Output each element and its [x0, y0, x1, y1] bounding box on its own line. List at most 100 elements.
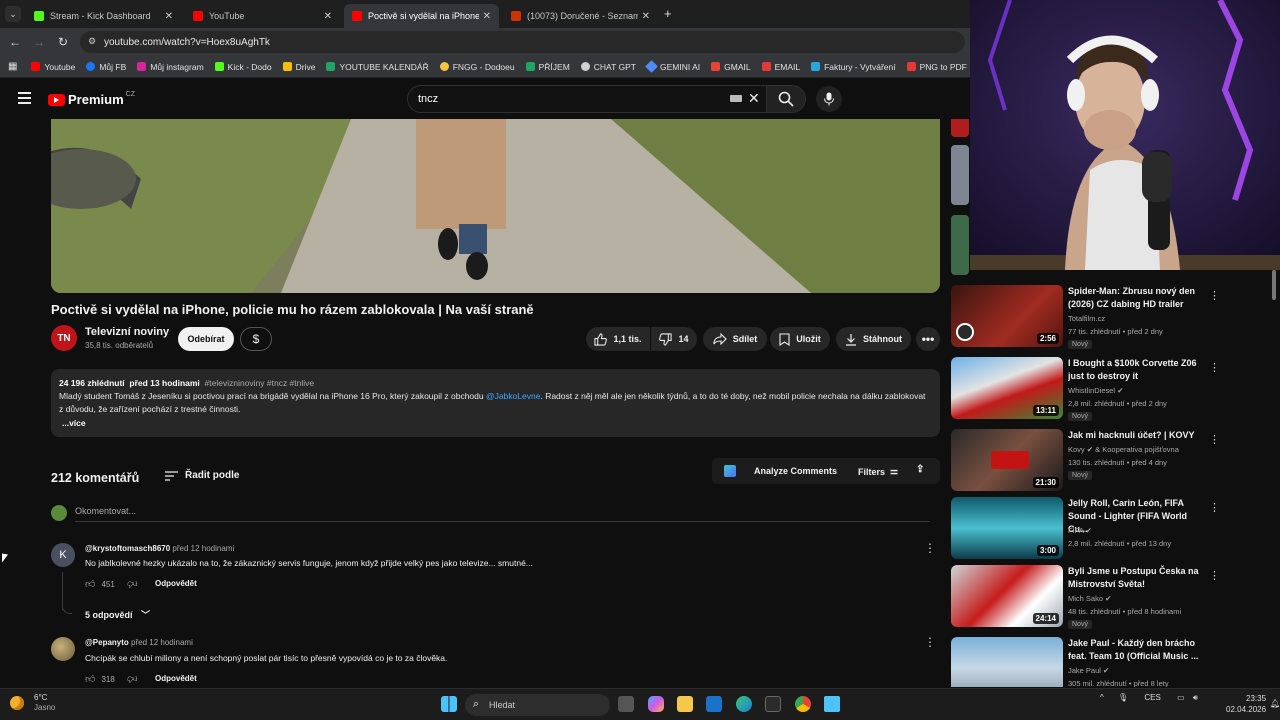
network-icon[interactable]: ▭: [1177, 693, 1185, 702]
subscribe-button[interactable]: Odebírat: [178, 327, 234, 351]
comment-author[interactable]: @Pepanyto před 12 hodinami: [85, 638, 193, 647]
comment-menu-icon[interactable]: ⋮: [924, 635, 936, 649]
bookmark-item[interactable]: Můj instagram: [137, 62, 204, 72]
forward-icon[interactable]: →: [27, 35, 51, 49]
video-channel[interactable]: Kovy ✔ & Kooperativa pojišťovna: [1068, 445, 1179, 454]
sort-comments-button[interactable]: Řadit podle: [165, 470, 239, 481]
add-comment-input[interactable]: Okomentovat...: [75, 506, 136, 516]
bookmark-item[interactable]: EMAIL: [761, 62, 800, 72]
notification-icon[interactable]: 🔔︎: [1270, 699, 1280, 708]
tab-search-button[interactable]: ⌄: [5, 6, 21, 22]
show-more-link[interactable]: ...více: [62, 418, 86, 428]
thumbs-down-icon[interactable]: 👍︎: [127, 578, 137, 590]
input-language[interactable]: CES: [1144, 693, 1160, 702]
bookmark-item[interactable]: Můj FB: [86, 62, 126, 72]
hashtags[interactable]: #televizninoviny #tncz #tnlive: [205, 378, 315, 388]
comment-avatar[interactable]: K: [51, 543, 75, 567]
download-button[interactable]: Stáhnout: [836, 327, 911, 351]
clear-search-icon[interactable]: ✕: [748, 90, 760, 107]
new-tab-button[interactable]: +: [664, 6, 672, 21]
thumbs-up-icon[interactable]: 👍︎: [85, 578, 95, 590]
file-explorer-icon[interactable]: [677, 696, 693, 712]
apps-icon[interactable]: ▦: [8, 61, 17, 72]
voice-search-button[interactable]: [816, 86, 842, 112]
bookmark-item[interactable]: Faktury - Vytváření: [811, 62, 896, 72]
related-partial-thumb[interactable]: [951, 215, 969, 275]
windows-start-icon[interactable]: [441, 696, 457, 712]
video-channel[interactable]: Jake Paul ✔: [1068, 666, 1109, 675]
more-actions-button[interactable]: •••: [916, 327, 940, 351]
video-menu-icon[interactable]: ⋮: [1209, 433, 1220, 446]
video-menu-icon[interactable]: ⋮: [1209, 361, 1220, 374]
bookmark-item[interactable]: Kick - Dodo: [214, 62, 272, 72]
thanks-button[interactable]: $: [240, 327, 272, 351]
microphone-icon[interactable]: 🎙︎: [1118, 693, 1128, 702]
filters-button[interactable]: Filters ⚌: [858, 466, 898, 477]
chevron-up-icon[interactable]: ^: [1100, 693, 1104, 702]
site-info-icon[interactable]: ⚙: [88, 36, 96, 47]
close-icon[interactable]: ✕: [642, 11, 650, 22]
tab-seznam-email[interactable]: (10073) Doručené - Seznam Em ✕: [503, 4, 658, 28]
comment-menu-icon[interactable]: ⋮: [924, 541, 936, 555]
bookmark-item[interactable]: GEMINI AI: [645, 60, 700, 73]
related-video[interactable]: 24:14 Byli Jsme u Postupu Česka na Mistr…: [951, 565, 1220, 629]
reply-button[interactable]: Odpovědět: [155, 579, 197, 588]
related-partial-thumb[interactable]: [951, 119, 969, 137]
comment-author[interactable]: @krystoftomasch8670 před 12 hodinami: [85, 544, 234, 553]
related-video[interactable]: 3:00 Jelly Roll, Carin León, FIFA Sound …: [951, 497, 1220, 561]
show-replies-button[interactable]: 5 odpovědí ﹀: [85, 608, 150, 621]
channel-avatar[interactable]: TN: [51, 325, 77, 351]
video-menu-icon[interactable]: ⋮: [1209, 501, 1220, 514]
comment-avatar[interactable]: [51, 637, 75, 661]
video-channel[interactable]: Mich Sako ✔: [1068, 594, 1111, 603]
save-button[interactable]: Uložit: [770, 327, 830, 351]
url-input[interactable]: ⚙ youtube.com/watch?v=Hoex8uAghTk: [80, 31, 965, 53]
volume-icon[interactable]: 🔊︎: [1193, 693, 1198, 702]
related-partial-thumb[interactable]: [951, 145, 969, 205]
bookmark-item[interactable]: GMAIL: [711, 62, 751, 72]
related-video[interactable]: 21:30 Jak mi hacknuli účet? | KOVY Kovy …: [951, 429, 1220, 493]
edge-icon[interactable]: [736, 696, 752, 712]
video-menu-icon[interactable]: ⋮: [1209, 569, 1220, 582]
keyboard-icon[interactable]: [730, 95, 742, 102]
related-video[interactable]: 2:56 Spider-Man: Zbrusu nový den (2026) …: [951, 285, 1220, 349]
back-icon[interactable]: ←: [3, 35, 27, 49]
search-button[interactable]: [766, 85, 806, 113]
outlook-icon[interactable]: [706, 696, 722, 712]
bookmark-item[interactable]: Drive: [282, 62, 315, 72]
menu-icon[interactable]: [18, 92, 31, 104]
clock[interactable]: 23:35 02.04.2026: [1226, 693, 1266, 715]
thumbs-up-icon[interactable]: 👍︎: [85, 673, 95, 685]
close-icon[interactable]: ✕: [483, 11, 491, 22]
video-channel[interactable]: WhistlinDiesel ✔: [1068, 386, 1124, 395]
export-icon[interactable]: ⇪: [916, 464, 924, 475]
related-video[interactable]: Jake Paul - Každý den bráchо feat. Team …: [951, 637, 1211, 687]
search-input[interactable]: tncz ✕: [407, 85, 767, 113]
close-icon[interactable]: ✕: [324, 11, 332, 22]
task-view-icon[interactable]: [618, 696, 634, 712]
tab-current-video[interactable]: Poctivě si vydělal na iPhone, po ✕: [344, 4, 499, 28]
copilot-icon[interactable]: [648, 696, 664, 712]
dislike-button[interactable]: 14: [651, 327, 697, 351]
youtube-premium-logo[interactable]: Premium CZ: [48, 91, 135, 107]
close-icon[interactable]: ✕: [165, 11, 173, 22]
tab-kick-dashboard[interactable]: Stream - Kick Dashboard ✕: [26, 4, 181, 28]
video-channel[interactable]: Totalfilm.cz: [1068, 314, 1105, 323]
channel-mention-link[interactable]: @JabkoLevne: [486, 391, 540, 401]
bookmark-item[interactable]: CHAT GPT: [580, 62, 636, 72]
analyze-comments-button[interactable]: Analyze Comments: [754, 466, 837, 476]
bookmark-item[interactable]: PNG to PDF: [906, 62, 967, 72]
video-menu-icon[interactable]: ⋮: [1209, 289, 1220, 302]
notepad-icon[interactable]: [824, 696, 840, 712]
video-menu-icon[interactable]: ⋮: [1209, 641, 1211, 654]
bookmark-item[interactable]: PŘÍJEM: [525, 62, 570, 72]
channel-name[interactable]: Televizní noviny: [85, 326, 169, 338]
related-video[interactable]: 13:11 I Bought a $100k Corvette Z06 just…: [951, 357, 1220, 421]
bookmark-item[interactable]: YOUTUBE KALENDÁŘ: [326, 62, 429, 72]
reload-icon[interactable]: ↻: [51, 35, 75, 49]
taskbar-search[interactable]: ⌕ Hledat: [465, 694, 610, 716]
page-scrollbar-thumb[interactable]: [1272, 270, 1276, 300]
chrome-icon[interactable]: [795, 696, 811, 712]
terminal-icon[interactable]: [765, 696, 781, 712]
thumbs-down-icon[interactable]: 👍︎: [127, 673, 137, 685]
